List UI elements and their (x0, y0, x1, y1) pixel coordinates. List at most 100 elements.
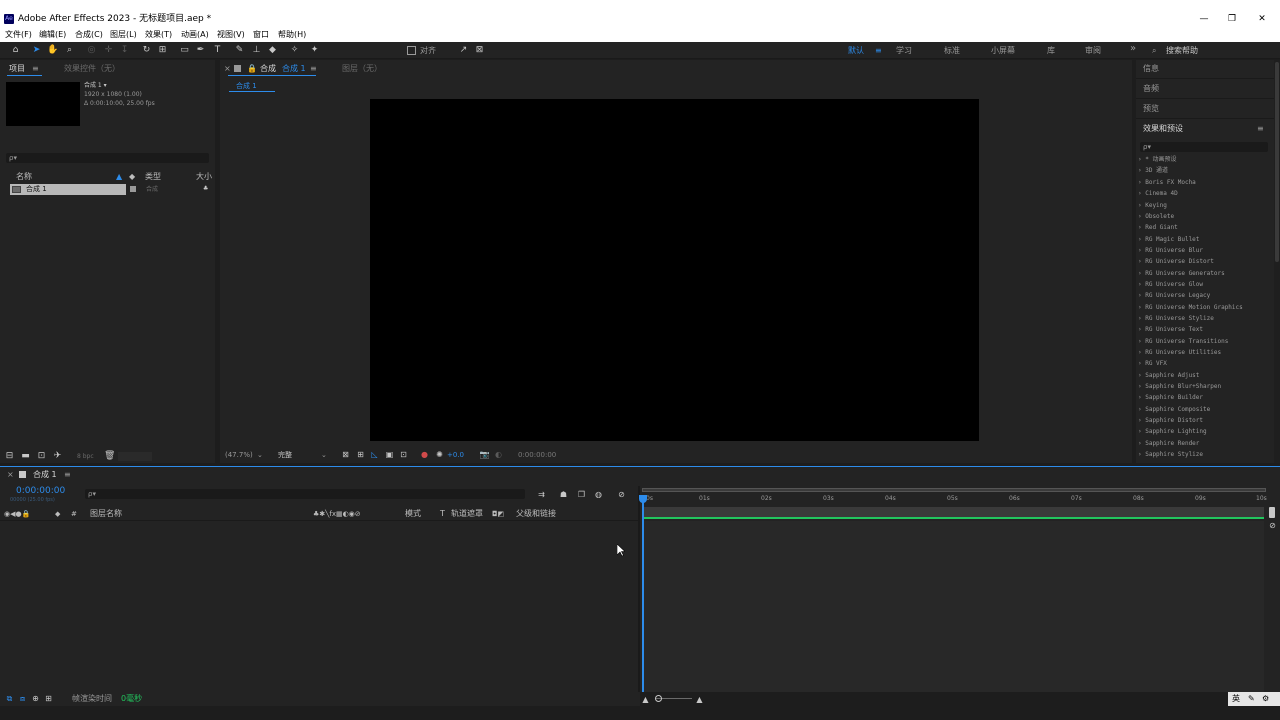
effect-category[interactable]: › RG Universe Glow (1138, 281, 1203, 289)
workspace-review[interactable]: 审阅 (1085, 46, 1101, 56)
zoom-tool-icon[interactable]: ⌕ (64, 45, 75, 56)
timeline-track-area[interactable] (642, 521, 1264, 692)
bit-depth-button[interactable]: 8 bpc (77, 453, 94, 461)
menu-edit[interactable]: 编辑(E) (39, 30, 66, 40)
playhead[interactable] (642, 496, 644, 692)
effect-category[interactable]: › RG Universe Blur (1138, 247, 1203, 255)
eraser-tool-icon[interactable]: ◆ (267, 45, 278, 56)
roto-brush-tool-icon[interactable]: ✧ (289, 45, 300, 56)
label-color-swatch[interactable] (130, 186, 136, 192)
menu-view[interactable]: 视图(V) (217, 30, 245, 40)
tab-preview[interactable]: 预览 (1143, 104, 1159, 114)
workspace-learn[interactable]: 学习 (896, 46, 912, 56)
comp-name-dropdown[interactable]: 合成 1 ▾ (84, 82, 107, 90)
rectangle-tool-icon[interactable]: ▭ (179, 45, 190, 56)
col-t[interactable]: T (440, 509, 445, 519)
project-panel-menu-icon[interactable]: ≡ (32, 64, 39, 74)
effect-category[interactable]: › Cinema 4D (1138, 190, 1178, 198)
effect-category[interactable]: › Boris FX Mocha (1138, 179, 1196, 187)
effect-category[interactable]: › Sapphire Composite (1138, 406, 1210, 414)
snapshot-camera-icon[interactable]: 📷 (479, 449, 490, 460)
effect-category[interactable]: › RG Magic Bullet (1138, 236, 1199, 244)
ime-option-icon[interactable]: ✎ (1248, 694, 1255, 704)
workspace-default[interactable]: 默认 (848, 46, 864, 56)
tab-audio[interactable]: 音频 (1143, 84, 1159, 94)
timeline-search-input[interactable]: ρ▾ (85, 489, 525, 499)
menu-composition[interactable]: 合成(C) (75, 30, 103, 40)
effect-category[interactable]: › RG Universe Generators (1138, 270, 1225, 278)
menu-layer[interactable]: 图层(L) (110, 30, 137, 40)
col-parent-link[interactable]: 父级和链接 (516, 509, 556, 519)
brush-tool-icon[interactable]: ✎ (234, 45, 245, 56)
label-tag-icon[interactable]: ◆ (55, 509, 60, 519)
mask-visibility-icon[interactable]: ◺ (369, 449, 380, 460)
effect-category[interactable]: › RG VFX (1138, 360, 1167, 368)
in-out-toggle-icon[interactable]: ⊕ (30, 693, 41, 704)
effect-category[interactable]: › RG Universe Motion Graphics (1138, 304, 1243, 312)
menu-help[interactable]: 帮助(H) (278, 30, 306, 40)
col-type[interactable]: 类型 (145, 172, 161, 182)
layer-number-icon[interactable]: # (71, 509, 77, 519)
tab-info[interactable]: 信息 (1143, 64, 1159, 74)
motion-blur-icon[interactable]: ◍ (593, 489, 604, 500)
timeline-panel-menu-icon[interactable]: ≡ (64, 470, 71, 480)
delete-icon[interactable]: 🗑 (104, 451, 115, 462)
render-time-toggle-icon[interactable]: ⊞ (43, 693, 54, 704)
fast-previews-icon[interactable]: ⊠ (340, 449, 351, 460)
col-track-matte[interactable]: 轨道遮罩 (451, 509, 483, 519)
effect-category[interactable]: › Sapphire Stylize (1138, 451, 1203, 459)
hand-tool-icon[interactable]: ✋ (47, 45, 58, 56)
effect-category[interactable]: › Sapphire Blur+Sharpen (1138, 383, 1221, 391)
workspace-library[interactable]: 库 (1047, 46, 1055, 56)
tab-effects-presets[interactable]: 效果和预设 (1143, 124, 1183, 134)
comp-mini-flowchart-icon[interactable]: ⇉ (536, 489, 547, 500)
search-help-input[interactable]: 搜索帮助 (1166, 46, 1198, 56)
viewer-timecode[interactable]: 0:00:00:00 (518, 451, 556, 459)
col-mode[interactable]: 模式 (405, 509, 421, 519)
effect-category[interactable]: › RG Universe Utilities (1138, 349, 1221, 357)
time-navigator[interactable] (642, 488, 1266, 492)
effect-category[interactable]: › RG Universe Transitions (1138, 338, 1228, 346)
ime-settings-icon[interactable]: ⚙ (1262, 694, 1269, 704)
project-search-input[interactable]: ρ▾ (6, 153, 209, 163)
channel-icon[interactable]: ● (419, 449, 430, 460)
tab-composition-active[interactable]: 合成 1 (282, 64, 306, 74)
comp-lock-icon[interactable]: 🔒 (247, 64, 257, 74)
anchor-point-tool-icon[interactable]: ⊞ (157, 45, 168, 56)
comp-panel-menu-icon[interactable]: ≡ (310, 64, 317, 74)
col-layer-name[interactable]: 图层名称 (90, 509, 122, 519)
layer-switches-icons[interactable]: ♣✱╲fx▦◐◉⊘ (313, 509, 361, 519)
magnification-dropdown[interactable]: (47.7%) (225, 451, 253, 459)
tab-effect-controls[interactable]: 效果控件（无） (64, 64, 120, 74)
menu-animation[interactable]: 动画(A) (181, 30, 209, 40)
zoom-in-icon[interactable]: ▲ (694, 694, 705, 705)
layer-switches-toggle-icon[interactable]: ⧉ (4, 693, 15, 704)
flowchart-icon[interactable]: ♣ (203, 185, 208, 193)
comp-tab-close-icon[interactable]: × (224, 64, 231, 74)
zoom-out-icon[interactable]: ▲ (640, 694, 651, 705)
zoom-slider-handle[interactable] (655, 695, 662, 702)
effects-scrollbar[interactable] (1274, 60, 1280, 463)
matte-icons[interactable]: ◘◩ (492, 509, 504, 519)
sort-ascending-icon[interactable]: ▲ (116, 172, 122, 182)
menu-window[interactable]: 窗口 (253, 30, 269, 40)
composition-viewer[interactable] (370, 99, 979, 441)
workspace-standard[interactable]: 标准 (944, 46, 960, 56)
new-folder-icon[interactable]: ▬ (20, 451, 31, 462)
effect-category[interactable]: › Red Giant (1138, 224, 1178, 232)
frame-blending-icon[interactable]: ❐ (576, 489, 587, 500)
selection-tool-icon[interactable]: ➤ (31, 45, 42, 56)
new-composition-icon[interactable]: ⊡ (36, 451, 47, 462)
pen-tool-icon[interactable]: ✒ (195, 45, 206, 56)
transfer-controls-toggle-icon[interactable]: ⧈ (17, 693, 28, 704)
work-area-end-handle[interactable] (1269, 507, 1275, 518)
chevron-down-icon[interactable]: ⌄ (321, 451, 327, 459)
tab-project[interactable]: 项目 (9, 64, 25, 74)
restore-button[interactable]: ❐ (1224, 14, 1240, 25)
effect-category[interactable]: › Keying (1138, 202, 1167, 210)
rotation-tool-icon[interactable]: ↻ (141, 45, 152, 56)
current-time-display[interactable]: 0:00:00:00 (16, 486, 65, 497)
exposure-value[interactable]: +0.0 (447, 451, 464, 459)
effect-category[interactable]: › Sapphire Lighting (1138, 428, 1207, 436)
puppet-pin-tool-icon[interactable]: ✦ (309, 45, 320, 56)
